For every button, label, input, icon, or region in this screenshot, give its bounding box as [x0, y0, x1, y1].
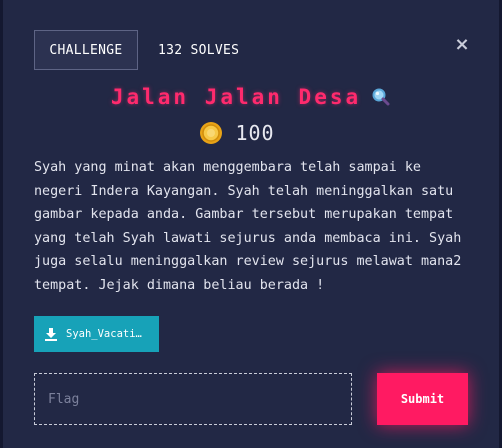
title-row: Jalan Jalan Desa	[0, 82, 502, 112]
close-icon[interactable]: ×	[452, 34, 472, 55]
download-attachment-button[interactable]: Syah_Vacati…	[34, 316, 159, 352]
points-row: 100	[0, 118, 502, 148]
modal-edge-left	[0, 0, 3, 448]
tab-solves[interactable]: 132 SOLVES	[158, 30, 239, 70]
coin-icon	[199, 121, 223, 145]
attachment-filename: Syah_Vacati…	[66, 328, 142, 340]
download-icon	[44, 327, 58, 341]
challenge-description: Syah yang minat akan menggembara telah s…	[34, 160, 462, 293]
challenge-modal: CHALLENGE 132 SOLVES × Jalan Jalan Desa …	[0, 0, 502, 448]
magnifier-icon	[371, 87, 391, 107]
challenge-points: 100	[235, 121, 275, 145]
tab-challenge[interactable]: CHALLENGE	[34, 30, 138, 70]
challenge-title: Jalan Jalan Desa	[110, 85, 362, 109]
submit-button[interactable]: Submit	[377, 373, 468, 425]
flag-input[interactable]	[34, 373, 352, 425]
